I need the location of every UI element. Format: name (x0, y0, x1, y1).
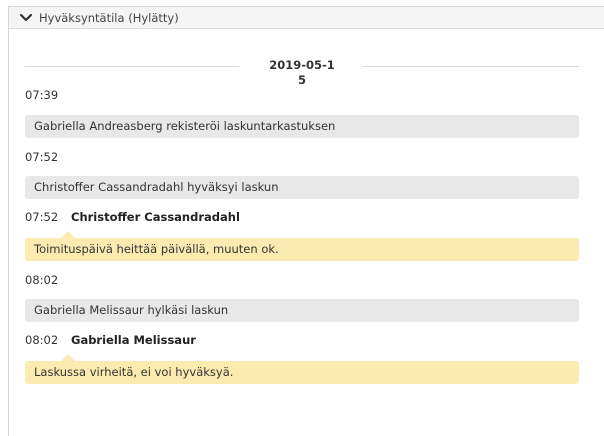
divider (363, 66, 579, 67)
entry-time: 07:52 (25, 210, 59, 224)
comment-text: Laskussa virheitä, ei voi hyväksyä. (34, 365, 234, 379)
date-separator: 2019-05-15 (25, 53, 579, 93)
timeline-event: Gabriella Andreasberg rekisteröi laskunt… (25, 115, 579, 138)
timeline-comment: Laskussa virheitä, ei voi hyväksyä. (25, 354, 579, 384)
timeline-event: Christoffer Cassandradahl hyväksyi lasku… (25, 176, 579, 199)
approval-status-header[interactable]: Hyväksyntätila (Hylätty) (9, 7, 604, 29)
timeline-comment: Toimituspäivä heittää päivällä, muuten o… (25, 231, 579, 261)
approval-status-panel: Hyväksyntätila (Hylätty) 2019-05-15 07:3… (8, 6, 604, 436)
date-label: 2019-05-15 (269, 58, 335, 87)
timeline-event: Gabriella Melissaur hylkäsi laskun (25, 299, 579, 322)
entry-time: 07:52 (25, 150, 59, 164)
comment-text: Toimituspäivä heittää päivällä, muuten o… (34, 242, 279, 256)
comment-author: Christoffer Cassandradahl (71, 210, 240, 224)
entry-time: 07:39 (25, 88, 59, 102)
chevron-down-icon (19, 13, 33, 22)
approval-status-title: Hyväksyntätila (Hylätty) (39, 11, 179, 25)
entry-time: 08:02 (25, 333, 59, 347)
entry-time: 08:02 (25, 273, 59, 287)
comment-author: Gabriella Melissaur (71, 333, 196, 347)
comment-pointer (61, 231, 75, 238)
comment-pointer (61, 354, 75, 361)
divider (25, 66, 239, 67)
